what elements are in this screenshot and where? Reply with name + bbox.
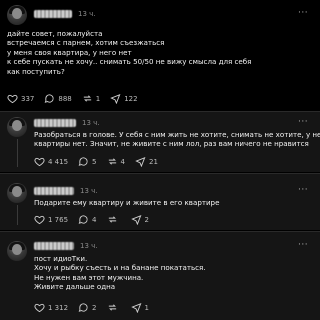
post-line: Хочу и рыбку съесть и на банане покатать… xyxy=(34,263,206,273)
post-time: 13 ч. xyxy=(82,119,100,127)
repost-icon xyxy=(83,95,91,102)
post-line: дайте совет, пожалуйста xyxy=(7,29,103,38)
send-icon xyxy=(130,303,141,313)
username-blurred[interactable] xyxy=(34,10,72,18)
comment-icon xyxy=(45,94,54,103)
avatar[interactable] xyxy=(7,183,27,203)
repost-button[interactable] xyxy=(107,214,121,225)
repost-button[interactable]: 1 xyxy=(82,93,100,104)
like-button[interactable]: 1 312 xyxy=(34,302,68,313)
heart-icon xyxy=(7,94,18,104)
thread-line xyxy=(17,205,18,225)
comment-icon xyxy=(78,303,88,312)
reply-card: 13 ч. ··· Подарите ему квартиру и живите… xyxy=(0,174,320,230)
post-original: 13 ч. ··· дайте совет, пожалуйста встреч… xyxy=(0,0,320,110)
reply-card: 13 ч. ··· Разобраться в голове. У себя с… xyxy=(0,112,320,172)
avatar[interactable] xyxy=(7,241,27,261)
comment-button[interactable]: 888 xyxy=(44,93,72,104)
comment-count: 5 xyxy=(92,157,97,166)
share-button[interactable]: 21 xyxy=(135,156,158,167)
comment-icon xyxy=(78,157,88,166)
post-line: встречаемся с парнем, хотим съезжаться xyxy=(7,38,165,48)
thread-line xyxy=(17,139,18,167)
post-line: у меня своя квартира, у него нет xyxy=(7,47,132,57)
repost-button[interactable] xyxy=(107,302,121,313)
avatar[interactable] xyxy=(7,117,27,137)
more-options-icon[interactable]: ··· xyxy=(298,117,308,127)
comment-count: 888 xyxy=(58,94,72,103)
post-time: 13 ч. xyxy=(80,242,98,250)
post-text: Подарите ему квартиру и живите в его ква… xyxy=(34,198,219,207)
like-button[interactable]: 337 xyxy=(7,93,34,104)
share-button[interactable]: 122 xyxy=(110,93,138,104)
like-count: 4 415 xyxy=(48,157,69,166)
avatar[interactable] xyxy=(7,5,27,25)
username-blurred[interactable] xyxy=(34,119,76,127)
comment-icon xyxy=(78,215,88,224)
share-button[interactable]: 1 xyxy=(130,302,149,313)
like-count: 337 xyxy=(21,94,35,103)
post-line: квартиры нет. Значит, не живите с ним ло… xyxy=(34,139,309,149)
reply-card: 13 ч. ··· пост идиоТки. Хочу и рыбку съе… xyxy=(0,232,320,320)
repost-icon xyxy=(108,158,116,165)
like-button[interactable]: 4 415 xyxy=(34,156,68,167)
username-blurred[interactable] xyxy=(34,187,74,195)
heart-icon xyxy=(34,303,45,313)
more-options-icon[interactable]: ··· xyxy=(298,185,308,195)
post-line: к себе пускать не хочу.. снимать 50/50 н… xyxy=(7,57,252,67)
more-options-icon[interactable]: ··· xyxy=(298,8,308,18)
post-text: дайте совет, пожалуйста встречаемся с па… xyxy=(7,29,251,76)
post-actions: 4 415 5 4 21 xyxy=(34,156,168,167)
repost-button[interactable]: 4 xyxy=(107,156,125,167)
post-time: 13 ч. xyxy=(80,187,98,195)
like-count: 1 312 xyxy=(48,303,69,312)
repost-icon xyxy=(108,304,116,311)
comment-count: 4 xyxy=(92,215,97,224)
share-count: 1 xyxy=(144,303,149,312)
post-line: Разобраться в голове. У себя с ним жить … xyxy=(34,130,320,139)
comment-button[interactable]: 2 xyxy=(78,302,97,313)
comment-count: 2 xyxy=(92,303,97,312)
like-count: 1 765 xyxy=(48,215,69,224)
share-count: 2 xyxy=(144,215,149,224)
repost-count: 4 xyxy=(120,157,125,166)
post-text: пост идиоТки. Хочу и рыбку съесть и на б… xyxy=(34,254,206,292)
post-line: как поступить? xyxy=(7,66,65,76)
send-icon xyxy=(135,157,146,167)
heart-icon xyxy=(34,215,45,225)
more-options-icon[interactable]: ··· xyxy=(298,240,308,250)
heart-icon xyxy=(34,157,45,167)
send-icon xyxy=(110,94,121,104)
comment-button[interactable]: 5 xyxy=(78,156,97,167)
share-count: 122 xyxy=(124,94,138,103)
post-actions: 1 312 2 1 xyxy=(34,302,159,313)
username-blurred[interactable] xyxy=(34,242,74,250)
post-line: Не нужен вам этот мужчина. xyxy=(34,272,144,282)
send-icon xyxy=(130,215,141,225)
repost-count: 1 xyxy=(95,94,101,103)
post-time: 13 ч. xyxy=(78,10,96,18)
repost-icon xyxy=(108,216,116,223)
post-actions: 337 888 1 122 xyxy=(7,93,148,104)
post-line: пост идиоТки. xyxy=(34,254,88,263)
like-button[interactable]: 1 765 xyxy=(34,214,68,225)
post-actions: 1 765 4 2 xyxy=(34,214,159,225)
post-line: Живите дальше одна xyxy=(34,282,116,292)
share-count: 21 xyxy=(148,157,158,166)
share-button[interactable]: 2 xyxy=(130,214,149,225)
post-text: Разобраться в голове. У себя с ним жить … xyxy=(34,130,320,149)
comment-button[interactable]: 4 xyxy=(78,214,97,225)
post-line: Подарите ему квартиру и живите в его ква… xyxy=(34,198,220,207)
